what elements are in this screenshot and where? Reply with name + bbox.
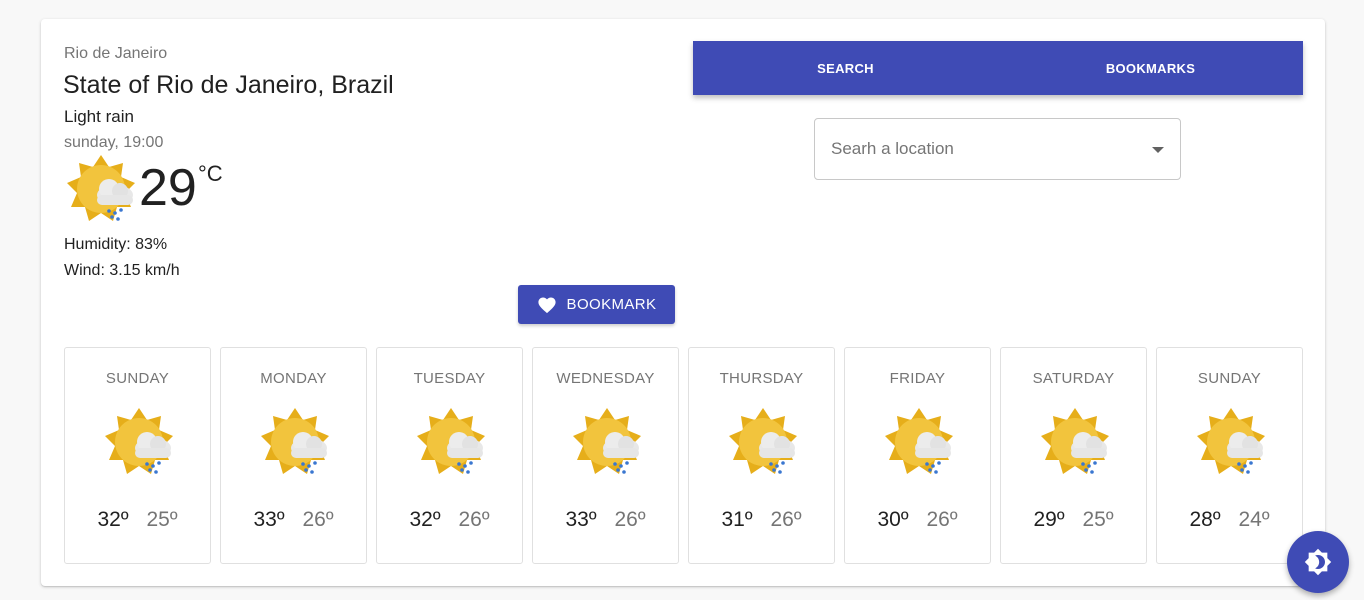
humidity: Humidity: 83%: [64, 236, 168, 253]
forecast-day: WEDNESDAY 33º 26º: [532, 347, 679, 564]
low-temp: 26º: [770, 508, 802, 531]
tab-bookmarks[interactable]: BOOKMARKS: [998, 41, 1303, 95]
day-name: THURSDAY: [719, 370, 804, 387]
forecast-day: FRIDAY 30º 26º: [844, 347, 991, 564]
bookmark-button-label: BOOKMARK: [566, 296, 657, 313]
tab-search[interactable]: SEARCH: [693, 41, 998, 95]
day-name: WEDNESDAY: [556, 370, 655, 387]
city-name: Rio de Janeiro: [64, 45, 168, 62]
region-title: State of Rio de Janeiro, Brazil: [63, 71, 394, 99]
sun-cloud-rain-icon: [103, 406, 175, 478]
heart-icon: [537, 296, 556, 313]
tab-bar: SEARCH BOOKMARKS: [693, 41, 1303, 95]
day-name: FRIDAY: [889, 370, 946, 387]
forecast-day: THURSDAY 31º 26º: [688, 347, 835, 564]
high-temp: 33º: [253, 508, 285, 531]
low-temp: 26º: [926, 508, 958, 531]
day-name: SUNDAY: [1197, 370, 1262, 387]
dropdown-arrow-icon: [1152, 147, 1164, 153]
sun-cloud-rain-icon: [727, 406, 799, 478]
day-name: SUNDAY: [105, 370, 170, 387]
brightness-icon: [1304, 548, 1332, 576]
location-search-select[interactable]: Searh a location: [814, 118, 1181, 180]
temperature-unit: °C: [198, 161, 223, 186]
forecast-day: SUNDAY 32º 25º: [64, 347, 211, 564]
sun-cloud-rain-icon: [1195, 406, 1267, 478]
weather-card: Rio de Janeiro State of Rio de Janeiro, …: [41, 19, 1325, 586]
low-temp: 26º: [458, 508, 490, 531]
low-temp: 25º: [146, 508, 178, 531]
weather-condition: Light rain: [64, 107, 134, 126]
high-temp: 33º: [565, 508, 597, 531]
theme-toggle-button[interactable]: [1287, 531, 1349, 593]
forecast-day: SATURDAY 29º 25º: [1000, 347, 1147, 564]
day-name: MONDAY: [260, 370, 327, 387]
high-temp: 29º: [1033, 508, 1065, 531]
sun-cloud-rain-icon: [883, 406, 955, 478]
current-temperature: 29: [139, 159, 197, 217]
sun-cloud-rain-icon: [571, 406, 643, 478]
high-temp: 31º: [721, 508, 753, 531]
high-temp: 28º: [1189, 508, 1221, 531]
high-temp: 32º: [97, 508, 129, 531]
forecast-day: TUESDAY 32º 26º: [376, 347, 523, 564]
sun-cloud-rain-icon: [259, 406, 331, 478]
current-time: sunday, 19:00: [64, 134, 164, 151]
low-temp: 26º: [302, 508, 334, 531]
forecast-day: SUNDAY 28º 24º: [1156, 347, 1303, 564]
wind-speed: Wind: 3.15 km/h: [64, 262, 180, 279]
low-temp: 26º: [614, 508, 646, 531]
forecast-day: MONDAY 33º 26º: [220, 347, 367, 564]
low-temp: 25º: [1082, 508, 1114, 531]
day-name: TUESDAY: [413, 370, 486, 387]
day-name: SATURDAY: [1032, 370, 1115, 387]
search-placeholder: Searh a location: [831, 139, 954, 158]
low-temp: 24º: [1238, 508, 1270, 531]
high-temp: 32º: [409, 508, 441, 531]
bookmark-button[interactable]: BOOKMARK: [518, 285, 675, 324]
high-temp: 30º: [877, 508, 909, 531]
sun-cloud-rain-icon: [65, 153, 137, 225]
sun-cloud-rain-icon: [1039, 406, 1111, 478]
sun-cloud-rain-icon: [415, 406, 487, 478]
